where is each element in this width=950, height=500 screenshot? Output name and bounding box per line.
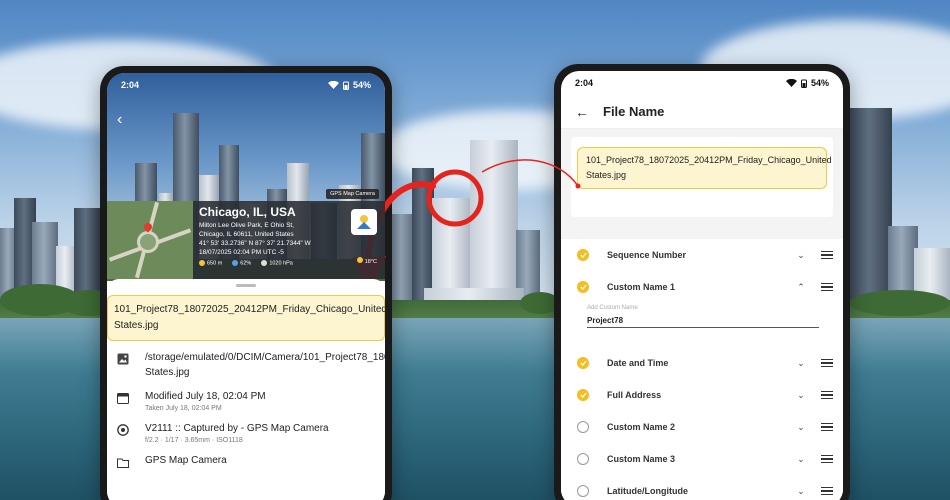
file-path: /storage/emulated/0/DCIM/Camera/101_Proj…: [145, 352, 385, 378]
battery-percent: 54%: [352, 80, 371, 90]
option-date-and-time[interactable]: Date and Time ⌄: [561, 347, 843, 379]
option-latitude-longitude[interactable]: Latitude/Longitude ⌄: [561, 475, 843, 500]
left-phone-screen: 2:04 54% ‹ GPS Map Camera Chicago, IL, U…: [107, 73, 385, 500]
custom-name-label: Add Custom Name: [587, 305, 638, 311]
status-time: 2:04: [121, 80, 140, 90]
exposure-info: f/2.2 · 1/17 · 3.65mm · ISO1118: [145, 437, 243, 444]
checkbox-checked[interactable]: [577, 389, 589, 401]
checkbox-checked[interactable]: [577, 281, 589, 293]
option-custom-name-3[interactable]: Custom Name 3 ⌄: [561, 443, 843, 475]
option-custom-name-1[interactable]: Custom Name 1 ⌃: [561, 271, 843, 303]
checkbox-unchecked[interactable]: [577, 421, 589, 433]
detail-modified: Modified July 18, 02:04 PM Taken July 18…: [107, 389, 385, 412]
wifi-icon: [785, 79, 797, 87]
stamp-coordinates: 41° 53' 33.2736" N 87° 37' 21.7344" W: [199, 240, 311, 247]
app-header: ← File Name: [561, 95, 843, 129]
filename-preview: 101_Project78_18072025_20412PM_Friday_Ch…: [577, 147, 832, 189]
status-bar: 2:04 54%: [561, 71, 843, 95]
drag-handle-icon[interactable]: [821, 453, 833, 466]
stamp-address-line: Chicago, IL 60611, United States: [199, 231, 294, 238]
checkbox-unchecked[interactable]: [577, 485, 589, 497]
detail-path: /storage/emulated/0/DCIM/Camera/101_Proj…: [107, 350, 385, 380]
stamp-info: GPS Map Camera Chicago, IL, USA Milton L…: [193, 189, 385, 279]
building: [850, 108, 892, 318]
status-bar: 2:04 54%: [107, 73, 385, 97]
humidity-icon: [232, 260, 239, 266]
details-sheet: 101_Project78_18072025_20412PM_Friday_Ch…: [107, 279, 385, 500]
drag-handle-icon[interactable]: [821, 249, 833, 262]
drag-handle-icon[interactable]: [821, 281, 833, 294]
detail-camera: V2111 :: Captured by - GPS Map Camera f/…: [107, 421, 385, 444]
stamp-datetime: 18/07/2025 02:04 PM UTC -5: [199, 249, 284, 256]
back-arrow-icon[interactable]: ‹: [117, 111, 122, 129]
right-phone: 2:04 54% ← File Name 101_Project78_18072…: [554, 64, 850, 500]
option-label: Custom Name 3: [607, 454, 676, 464]
wifi-icon: [327, 81, 339, 89]
filename-preview-card: 101_Project78_18072025_20412PM_Friday_Ch…: [571, 137, 833, 217]
option-label: Full Address: [607, 390, 662, 400]
custom-name-input-group: Add Custom Name Project78: [561, 305, 843, 347]
drag-handle-icon[interactable]: [821, 485, 833, 498]
app-logo-icon: [351, 209, 377, 235]
stamp-temperature: 18°C: [356, 257, 377, 265]
stamp-address-line: Milton Lee Olive Park, E Ohio St,: [199, 222, 295, 229]
option-sequence-number[interactable]: Sequence Number ⌄: [561, 239, 843, 271]
drag-handle[interactable]: [236, 284, 256, 287]
drag-handle-icon[interactable]: [821, 421, 833, 434]
filename-options-list: Sequence Number ⌄ Custom Name 1 ⌃ Add Cu…: [561, 239, 843, 500]
battery-percent: 54%: [810, 78, 829, 88]
gps-stamp: GPS Map Camera Chicago, IL, USA Milton L…: [107, 189, 385, 279]
option-label: Custom Name 1: [607, 282, 676, 292]
page-title: File Name: [603, 104, 665, 119]
option-label: Sequence Number: [607, 250, 687, 260]
custom-name-input[interactable]: Project78: [587, 313, 819, 328]
trees: [850, 290, 950, 316]
right-phone-screen: 2:04 54% ← File Name 101_Project78_18072…: [561, 71, 843, 500]
folder-name: GPS Map Camera: [145, 455, 227, 466]
calendar-icon: [117, 391, 135, 409]
back-arrow-icon[interactable]: ←: [575, 104, 589, 120]
chevron-down-icon[interactable]: ⌄: [791, 486, 811, 497]
option-label: Custom Name 2: [607, 422, 676, 432]
chevron-down-icon[interactable]: ⌄: [791, 358, 811, 369]
chevron-down-icon[interactable]: ⌄: [791, 390, 811, 401]
detail-folder: GPS Map Camera: [107, 453, 385, 473]
checkbox-unchecked[interactable]: [577, 453, 589, 465]
checkbox-checked[interactable]: [577, 249, 589, 261]
gps-map-camera-badge: GPS Map Camera: [326, 189, 379, 199]
aperture-icon: [117, 423, 135, 441]
pressure-icon: [261, 260, 268, 266]
option-label: Date and Time: [607, 358, 669, 368]
modified-date: Modified July 18, 02:04 PM: [145, 391, 266, 402]
checkbox-checked[interactable]: [577, 357, 589, 369]
battery-icon: [342, 81, 349, 90]
status-time: 2:04: [575, 78, 594, 88]
battery-icon: [800, 79, 807, 88]
image-icon: [117, 352, 135, 370]
option-label: Latitude/Longitude: [607, 486, 688, 496]
folder-icon: [117, 455, 135, 473]
drag-handle-icon[interactable]: [821, 357, 833, 370]
camera-info: V2111 :: Captured by - GPS Map Camera: [145, 423, 329, 434]
chevron-down-icon[interactable]: ⌄: [791, 454, 811, 465]
chevron-up-icon[interactable]: ⌃: [791, 282, 811, 293]
left-phone: 2:04 54% ‹ GPS Map Camera Chicago, IL, U…: [100, 66, 392, 500]
stamp-stats: 650 m 62% 1020 hPa: [199, 260, 379, 266]
highlighted-filename: 101_Project78_18072025_20412PM_Friday_Ch…: [107, 295, 385, 341]
option-full-address[interactable]: Full Address ⌄: [561, 379, 843, 411]
option-custom-name-2[interactable]: Custom Name 2 ⌄: [561, 411, 843, 443]
map-thumbnail: [107, 201, 193, 279]
altitude-icon: [199, 260, 205, 266]
settings-body: 101_Project78_18072025_20412PM_Friday_Ch…: [561, 129, 843, 500]
taken-date: Taken July 18, 02:04 PM: [145, 405, 222, 412]
chevron-down-icon[interactable]: ⌄: [791, 422, 811, 433]
chevron-down-icon[interactable]: ⌄: [791, 250, 811, 261]
drag-handle-icon[interactable]: [821, 389, 833, 402]
